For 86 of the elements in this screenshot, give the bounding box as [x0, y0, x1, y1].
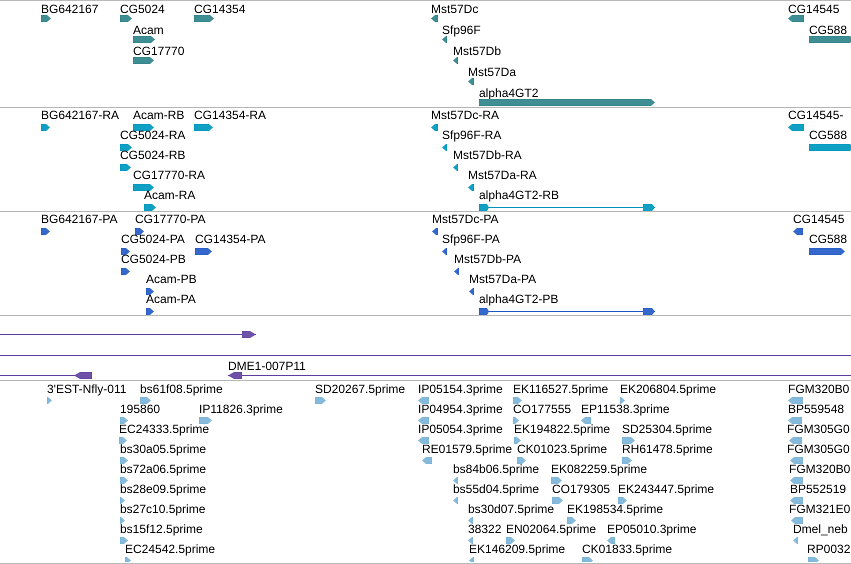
feature-label: FGM321E0 [789, 503, 850, 516]
feature-label: bs30a05.5prime [120, 443, 206, 456]
feature-label: alpha4GT2-PB [479, 293, 558, 306]
feature-label: CG17770 [133, 45, 184, 58]
feature-label: bs72a06.5prime [120, 463, 206, 476]
feature-label: EP05010.3prime [607, 523, 696, 536]
feature-label: EK082259.5prime [551, 463, 648, 476]
feature-label: bs55d04.5prime [453, 483, 540, 496]
feature-label: bs61f08.5prime [140, 383, 223, 396]
feature-label: BP552519 [790, 483, 846, 496]
feature-label: Mst57Da-PA [469, 273, 536, 286]
feature-label: Acam-PB [146, 273, 197, 286]
feature-label: Acam-RA [144, 189, 196, 202]
feature-label: EK243447.5prime [618, 483, 714, 496]
feature-label: bs28e09.5prime [120, 483, 206, 496]
feature-label: FGM320B0 [789, 463, 850, 476]
feature-label: CG17770-PA [135, 213, 206, 226]
feature-label: CG588 [809, 24, 848, 37]
feature-label: FGM305G0 [787, 443, 850, 456]
feature-label: RH61478.5prime [622, 443, 713, 456]
feature-label: bs27c10.5prime [120, 503, 206, 516]
feature-label: bs84b06.5prime [453, 463, 540, 476]
feature-label: Mst57Dc-PA [432, 213, 498, 226]
feature-label: EC24542.5prime [125, 543, 216, 556]
feature-label: Mst57Db-PA [454, 253, 522, 266]
feature-label: FGM320B0 [788, 383, 850, 396]
feature-label: CG14354-RA [194, 109, 266, 122]
feature-label: alpha4GT2-RB [479, 189, 560, 202]
feature-label: CG17770-RA [133, 169, 206, 182]
feature-label: Mst57Db-RA [453, 149, 522, 162]
feature-label: IP04954.3prime [418, 403, 503, 416]
feature-label: CG588 [809, 233, 848, 246]
feature-label: Mst57Db [453, 45, 502, 58]
feature-label: CG5024-PB [121, 253, 186, 266]
feature-label: DME1-007P11 [228, 360, 306, 373]
feature-label: EN02064.5prime [506, 523, 596, 536]
feature-label: CG5024-RB [120, 149, 186, 162]
feature-label: bs15f12.5prime [120, 523, 203, 536]
feature-label: CG588 [809, 129, 848, 142]
feature-label: Mst57Da-RA [468, 169, 537, 182]
feature-label: EK206804.5prime [620, 383, 716, 396]
feature-label: Mst57Dc [431, 3, 478, 16]
feature-label: CO179305 [552, 483, 610, 496]
feature-label: Mst57Dc-RA [431, 109, 500, 122]
feature-label: EK116527.5prime [513, 383, 608, 396]
feature-label: Mst57Da [468, 66, 516, 79]
feature-label: CG14545 [793, 213, 844, 226]
feature-label: bs30d07.5prime [468, 503, 554, 516]
feature-label: IP11826.3prime [199, 403, 283, 416]
feature-label: Sfp96F-RA [442, 129, 502, 142]
feature-label: SD20267.5prime [315, 383, 406, 396]
feature-label: Sfp96F-PA [442, 233, 500, 246]
feature-label: EK198534.5prime [567, 503, 664, 516]
feature-label: Acam [133, 24, 164, 37]
feature-label: RE01579.5prime [422, 443, 512, 456]
feature-label: BP559548 [788, 403, 844, 416]
feature-label: Dmel_neb [793, 523, 848, 536]
feature-label: RP0032 [807, 543, 850, 556]
feature-label: EP11538.3prime [581, 403, 670, 416]
feature-label: Acam-PA [146, 293, 196, 306]
feature-label: EC24333.5prime [119, 423, 210, 436]
feature-label: CG14545- [788, 109, 844, 122]
feature-label: IP05154.3prime [418, 383, 503, 396]
feature-label: CG5024-RA [120, 129, 186, 142]
feature-label: CG14354 [194, 3, 246, 16]
feature-label: Acam-RB [133, 109, 184, 122]
feature-label: 3'EST-Nfly-011 [47, 383, 126, 396]
feature-label: 38322 [468, 523, 502, 536]
feature-label: IP05054.3prime [418, 423, 503, 436]
feature-label: BG642167 [41, 3, 98, 16]
feature-label: 195860 [120, 403, 160, 416]
feature-label: CG5024-PA [121, 233, 185, 246]
feature-label: SD25304.5prime [622, 423, 712, 436]
feature-label: CG14545 [788, 3, 840, 16]
feature-label: CO177555 [513, 403, 572, 416]
feature-label: alpha4GT2 [479, 87, 538, 100]
feature-label: BG642167-PA [41, 213, 118, 226]
feature-label: Sfp96F [442, 24, 481, 37]
feature-label: CK01833.5prime [582, 543, 672, 556]
feature-label: BG642167-RA [41, 109, 120, 122]
feature-label: CK01023.5prime [517, 443, 608, 456]
feature-label: EK194822.5prime [514, 423, 610, 436]
feature-label: FGM305G0 [787, 423, 850, 436]
feature-label: CG5024 [120, 3, 165, 16]
feature-label: CG14354-PA [195, 233, 266, 246]
feature-label: EK146209.5prime [469, 543, 566, 556]
